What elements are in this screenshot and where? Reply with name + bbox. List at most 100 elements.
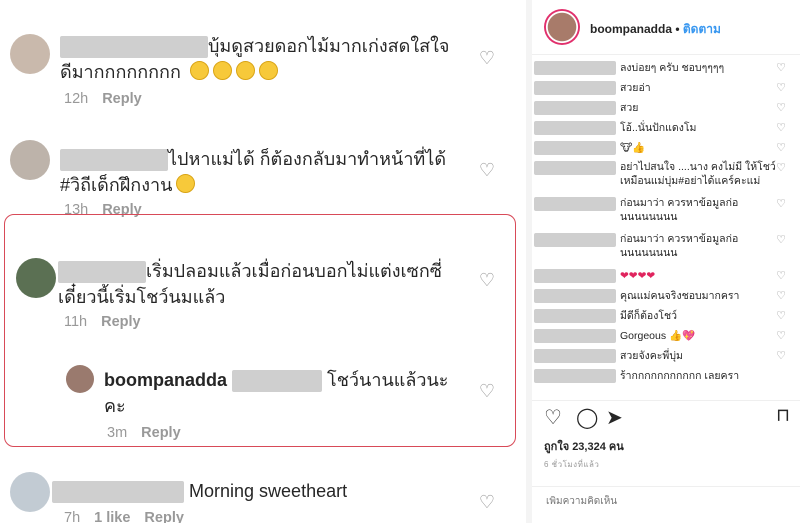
comment-time: 7h — [64, 510, 81, 523]
share-icon[interactable]: ➤ — [606, 405, 623, 430]
reply-username[interactable]: boompanadda — [104, 370, 227, 390]
post-comment-item: สวย ♡ — [532, 98, 800, 118]
post-comment-text: สวยจังคะพี่บุ่ม — [620, 350, 683, 362]
separator-dot: • — [672, 22, 683, 36]
post-comment-text: สวยอ่า — [620, 82, 651, 94]
smiley-emoji-icon — [258, 61, 278, 80]
comment-icon[interactable]: ◯ — [576, 405, 598, 430]
post-username-line: boompanadda • ติดตาม — [590, 20, 721, 39]
post-comment-item: ก่อนมาว่า ควรหาข้อมูลก่อ นนนนนนนน ♡ — [532, 230, 800, 266]
post-comment-item: ลงบ่อยๆ ครับ ชอบๆๆๆๆ ♡ — [532, 58, 800, 78]
post-comment-text: ร้ากกกกกกกกกกก เลยครา — [620, 370, 740, 382]
post-comment-item: สวยอ่า ♡ — [532, 78, 800, 98]
like-heart-icon[interactable]: ♡ — [776, 118, 786, 138]
reply-button[interactable]: Reply — [102, 91, 142, 107]
like-heart-icon[interactable]: ♡ — [479, 270, 495, 291]
post-actions-bar: ♡ ◯ ➤ ⊓ — [532, 400, 800, 433]
avatar[interactable] — [10, 472, 50, 512]
reply-button[interactable]: Reply — [101, 314, 141, 330]
like-heart-icon[interactable]: ♡ — [776, 306, 786, 326]
comment-line-1: บุ้มดูสวยดอกไม้มากเก่งสดใสใจ — [208, 36, 450, 56]
comment-meta: 12h Reply — [64, 91, 142, 107]
reply-button[interactable]: Reply — [144, 510, 184, 523]
avatar[interactable] — [10, 34, 50, 74]
comment-item: ไปหาแม่ได้ ก็ต้องกลับมาทำหน้าที่ได้ #วิถ… — [0, 120, 525, 220]
like-heart-icon[interactable]: ♡ — [776, 58, 786, 78]
blurred-username — [534, 81, 616, 95]
comment-item: Morning sweetheart ♡ 7h 1 like Reply — [0, 460, 525, 523]
smiley-emoji-icon — [235, 61, 255, 80]
heart-outline-icon[interactable]: ♡ — [544, 405, 562, 430]
like-heart-icon[interactable]: ♡ — [776, 78, 786, 98]
post-comment-text: อย่าไปสนใจ ....นาง คงไม่มี ให้โชว์เหมือน… — [620, 161, 776, 187]
post-username[interactable]: boompanadda — [590, 22, 672, 36]
smiley-emoji-icon — [189, 61, 209, 80]
post-comments-list: ลงบ่อยๆ ครับ ชอบๆๆๆๆ ♡ สวยอ่า ♡ สวย ♡ โอ้..… — [532, 58, 800, 386]
like-heart-icon[interactable]: ♡ — [776, 98, 786, 118]
blurred-username — [534, 369, 616, 383]
profile-avatar[interactable] — [544, 9, 580, 45]
post-comment-text: ❤❤❤❤ — [620, 270, 656, 282]
like-heart-icon[interactable]: ♡ — [479, 160, 495, 181]
like-heart-icon[interactable]: ♡ — [776, 230, 786, 250]
blurred-username — [534, 289, 616, 303]
post-header: boompanadda • ติดตาม — [532, 0, 800, 55]
add-comment-bar — [532, 486, 800, 523]
comment-meta: 7h 1 like Reply — [64, 510, 184, 523]
avatar[interactable] — [66, 365, 94, 393]
post-comment-text: 🐮👍 — [620, 142, 646, 154]
comment-item: เริ่มปลอมแล้วเมื่อก่อนบอกไม่แต่งเซกซี่ เ… — [0, 230, 525, 340]
post-comment-item: สวยจังคะพี่บุ่ม ♡ — [532, 346, 800, 366]
smiley-emoji-icon — [212, 61, 232, 80]
like-heart-icon[interactable]: ♡ — [776, 286, 786, 306]
comment-line-1: เริ่มปลอมแล้วเมื่อก่อนบอกไม่แต่งเซกซี่ — [146, 261, 443, 281]
like-heart-icon[interactable]: ♡ — [479, 48, 495, 69]
post-comment-text: Gorgeous 👍💖 — [620, 330, 696, 342]
comment-text: เริ่มปลอมแล้วเมื่อก่อนบอกไม่แต่งเซกซี่ เ… — [58, 258, 442, 310]
like-heart-icon[interactable]: ♡ — [776, 158, 786, 178]
blurred-username — [534, 141, 616, 155]
like-heart-icon[interactable]: ♡ — [776, 346, 786, 366]
reply-line-2: คะ — [104, 396, 126, 416]
post-comment-item: 🐮👍 ♡ — [532, 138, 800, 158]
post-panel: boompanadda • ติดตาม ลงบ่อยๆ ครับ ชอบๆๆๆ… — [532, 0, 800, 523]
comment-line-2: ดีมากกกกกกกก — [60, 62, 181, 82]
reply-meta: 3m Reply — [107, 425, 181, 441]
blurred-username — [534, 161, 616, 175]
add-comment-input[interactable] — [544, 495, 788, 508]
like-heart-icon[interactable]: ♡ — [776, 326, 786, 346]
comment-text: ไปหาแม่ได้ ก็ต้องกลับมาทำหน้าที่ได้ #วิถ… — [60, 146, 446, 198]
blurred-username — [52, 481, 184, 504]
likes-count[interactable]: 1 like — [94, 510, 130, 523]
like-heart-icon[interactable]: ♡ — [776, 266, 786, 286]
post-comment-item: ร้ากกกกกกกกกกก เลยครา — [532, 366, 800, 386]
reply-button[interactable]: Reply — [141, 425, 181, 441]
likes-count[interactable]: ถูกใจ 23,324 คน — [544, 437, 624, 455]
avatar[interactable] — [10, 140, 50, 180]
avatar[interactable] — [16, 258, 56, 298]
comment-line-1: Morning sweetheart — [189, 481, 348, 501]
like-heart-icon[interactable]: ♡ — [479, 381, 495, 402]
comment-line-2: #วิถีเด็กฝึกงาน — [60, 175, 173, 195]
follow-button[interactable]: ติดตาม — [683, 22, 721, 36]
like-heart-icon[interactable]: ♡ — [776, 138, 786, 158]
blurred-username — [58, 261, 146, 284]
blurred-username — [534, 309, 616, 323]
blurred-username — [534, 121, 616, 135]
comment-text: Morning sweetheart — [52, 478, 347, 504]
post-comment-item: โอ้..นั่นปักแดงโม ♡ — [532, 118, 800, 138]
post-comment-text: โอ้..นั่นปักแดงโม — [620, 122, 697, 134]
post-comment-text: ก่อนมาว่า ควรหาข้อมูลก่อ นนนนนนนน — [620, 197, 739, 223]
post-comment-item: Gorgeous 👍💖 ♡ — [532, 326, 800, 346]
like-heart-icon[interactable]: ♡ — [776, 194, 786, 214]
comment-time: 12h — [64, 91, 89, 107]
comment-line-2: เดี๋ยวนี้เริ่มโชว์นมแล้ว — [58, 287, 226, 307]
blurred-username — [534, 61, 616, 75]
reply-line-1: โชว์นานแล้วนะ — [327, 370, 449, 390]
bookmark-icon[interactable]: ⊓ — [776, 405, 790, 426]
comment-time: 11h — [64, 314, 88, 330]
post-comment-text: ก่อนมาว่า ควรหาข้อมูลก่อ นนนนนนนน — [620, 233, 739, 259]
blurred-username — [534, 269, 616, 283]
like-heart-icon[interactable]: ♡ — [479, 492, 495, 513]
blurred-username — [534, 233, 616, 247]
